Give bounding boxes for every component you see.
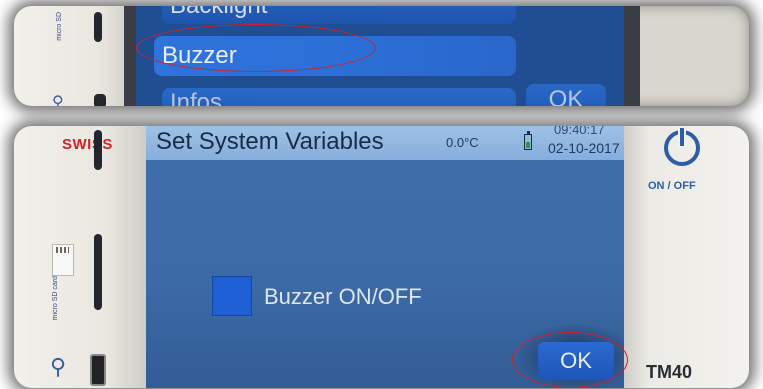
sd-card-icon [52,244,74,276]
page-title: Set System Variables [156,128,384,155]
sd-card-label: micro SD card [52,276,59,321]
menu-item-backlight[interactable]: Backlight [162,6,516,24]
sd-text: micro SD [56,12,63,41]
usb-icon: ⚲ [50,354,67,379]
brand-label: SWISS [62,136,113,153]
usb-icon: ⚲ [52,94,64,106]
usb-port[interactable] [90,354,106,386]
buzzer-checkbox-label: Buzzer ON/OFF [264,284,422,309]
sd-slot [94,12,102,42]
date-readout: 02-10-2017 [548,140,620,156]
sd-card-slot[interactable] [94,234,102,310]
screen-bezel-right [624,6,640,106]
temperature-readout: 0.0°C [446,135,479,150]
power-label: ON / OFF [648,180,696,192]
device-left-edge: micro SD ⚲ [14,6,134,106]
model-label: TM40 [646,362,693,382]
highlight-ellipse-ok [512,332,628,388]
battery-icon [524,131,532,150]
menu-item-infos[interactable]: Infos [162,88,516,106]
buzzer-checkbox[interactable] [212,276,252,316]
usb-port [94,94,106,106]
title-bar: Set System Variables 0.0°C 09:40:17 02-1… [146,126,626,160]
device-right-side: ON / OFF TM40 [624,126,749,388]
upper-slot [94,130,102,170]
highlight-ellipse-buzzer [136,24,376,72]
device-left-side: SWISS micro SD card ⚲ [14,126,146,388]
device-panel: SWISS micro SD card ⚲ Set System Variabl… [14,126,749,388]
menu-ok-button[interactable]: OK [526,84,606,106]
time-readout: 09:40:17 [554,126,605,137]
menu-zoom-panel: micro SD ⚲ Backlight Buzzer Infos OK [14,6,749,106]
power-icon[interactable] [664,128,700,166]
